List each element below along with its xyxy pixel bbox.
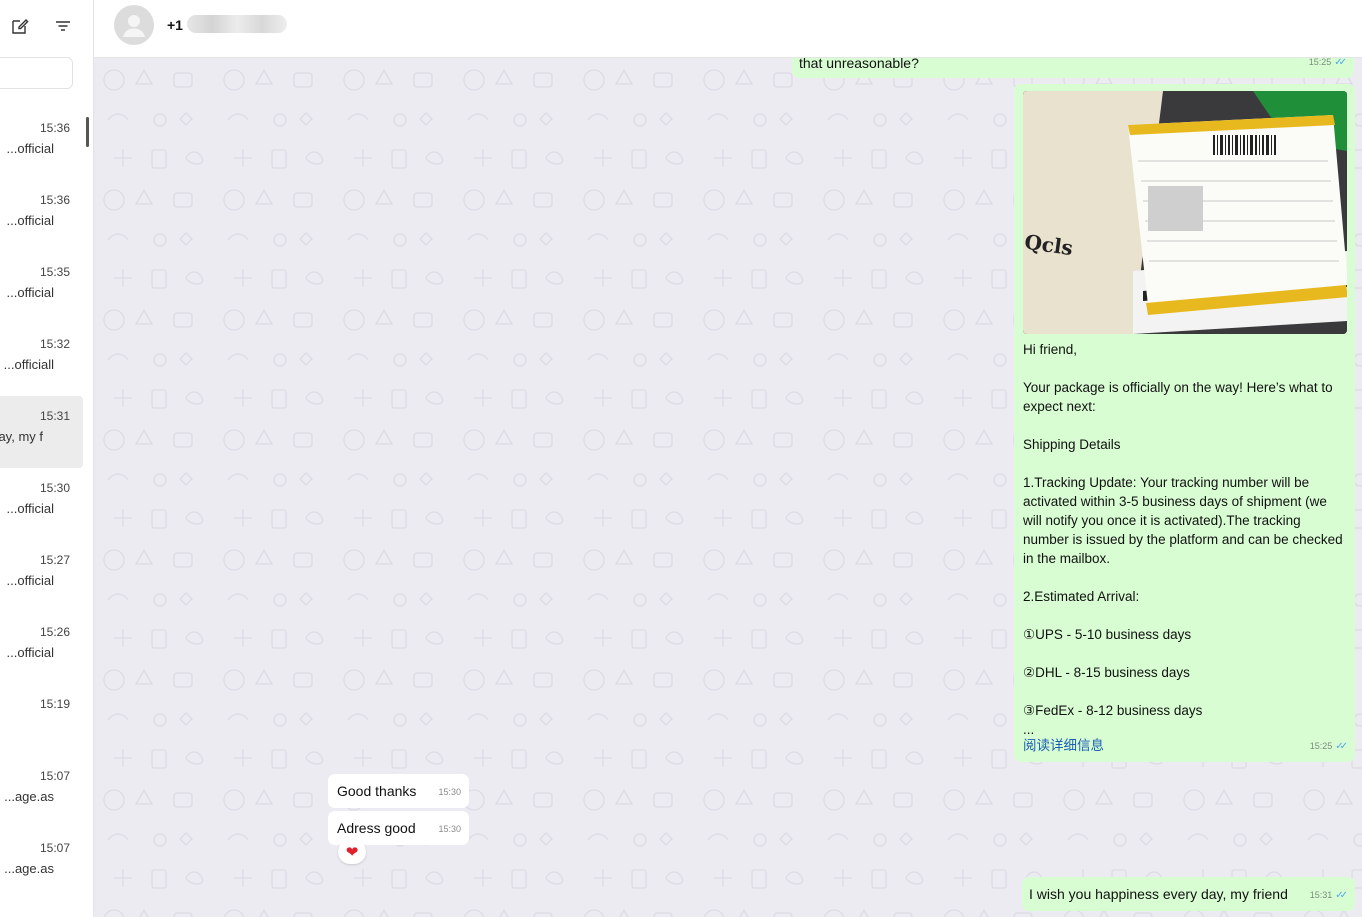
heart-icon[interactable]: ❤: [338, 840, 366, 864]
message-line: ①UPS - 5-10 business days: [1023, 627, 1192, 642]
chat-list: 15:36 official... 15:36 official... 15:35 off…: [0, 108, 93, 900]
chat-preview: age.as...: [4, 861, 54, 876]
chat-preview: official...: [6, 573, 54, 588]
message-line: [1023, 416, 1349, 435]
chat-sidebar: 15:36 official... 15:36 official... 15:35 off…: [0, 0, 94, 917]
sidebar-toolbar: [0, 0, 93, 56]
chat-list-item[interactable]: 15:30 official...: [0, 468, 93, 540]
message-line: [1023, 644, 1349, 663]
chat-time: 15:35: [40, 265, 71, 279]
chat-time: 15:19: [40, 697, 71, 711]
message-time: 15:30: [438, 824, 461, 834]
message-line: ③FedEx - 8-12 business days: [1023, 703, 1203, 718]
contact-name[interactable]: +1: [167, 17, 183, 33]
chat-header: +1: [94, 0, 1362, 58]
chat-list-item[interactable]: 15:32 officiall...: [0, 324, 93, 396]
chat-list-item[interactable]: 15:19: [0, 684, 93, 756]
message-line: [1023, 359, 1349, 378]
chat-list-item[interactable]: 15:35 official...: [0, 252, 93, 324]
message-time: 15:31: [1309, 890, 1333, 900]
chat-preview: official...: [6, 645, 54, 660]
chat-list-item[interactable]: 15:36 official...: [0, 180, 93, 252]
message-line: 1.Tracking Update: Your tracking number …: [1023, 475, 1343, 566]
double-check-icon: ✓✓: [1334, 58, 1347, 68]
chat-time: 15:30: [40, 481, 71, 495]
message-line: Your package is officially on the way! H…: [1023, 380, 1333, 414]
chat-time: 15:27: [40, 553, 71, 567]
outgoing-message[interactable]: I wish you happiness every day, my frien…: [1022, 877, 1355, 911]
chat-preview: age.as...: [4, 789, 54, 804]
message-line: 2.Estimated Arrival:: [1023, 589, 1140, 604]
message-meta: 15:30: [438, 820, 461, 839]
message-meta: 15:25 ✓✓: [1308, 58, 1347, 72]
chat-preview: official...: [6, 285, 54, 300]
message-text: Adress good: [337, 820, 416, 836]
chat-time: 15:36: [40, 121, 71, 135]
chat-time: 15:31: [40, 409, 71, 423]
chat-time: 15:07: [40, 841, 71, 855]
outgoing-message[interactable]: Qcls Hi friend, Your package is officiall…: [1014, 84, 1355, 762]
chat-preview: official...: [6, 501, 54, 516]
chat-area: that unreasonable? 15:25 ✓✓ Qcls Hi frie…: [94, 58, 1362, 917]
message-text: Good thanks: [337, 783, 417, 799]
message-time: 15:25: [1308, 58, 1332, 67]
chat-preview: official...: [6, 213, 54, 228]
chat-list-item[interactable]: 15:27 official...: [0, 540, 93, 612]
double-check-icon: ✓✓: [1335, 890, 1348, 901]
message-body: Hi friend, Your package is officially on …: [1023, 340, 1349, 739]
chat-preview: official...: [6, 141, 54, 156]
message-line: [1023, 568, 1349, 587]
chat-list-item[interactable]: 15:36 official...: [0, 108, 93, 180]
message-line: [1023, 682, 1349, 701]
outgoing-message[interactable]: that unreasonable? 15:25 ✓✓: [792, 58, 1354, 78]
message-meta: 15:31 ✓✓: [1309, 886, 1348, 905]
chat-list-item[interactable]: 15:31 ay, my f...: [0, 396, 83, 468]
search-input[interactable]: [0, 57, 73, 89]
chat-preview: officiall...: [3, 357, 54, 372]
message-meta: 15:30: [438, 783, 461, 802]
shipment-photo[interactable]: Qcls: [1023, 91, 1347, 334]
message-text: I wish you happiness every day, my frien…: [1029, 886, 1288, 902]
chat-list-item[interactable]: 15:07 age.as...: [0, 756, 93, 828]
chat-list-item[interactable]: 15:07 age.as...: [0, 828, 93, 900]
message-line: Hi friend,: [1023, 342, 1078, 357]
message-meta: 15:25 ✓✓: [1309, 737, 1348, 756]
message-time: 15:25: [1309, 741, 1333, 751]
message-text: that unreasonable?: [799, 58, 919, 71]
compose-icon[interactable]: [10, 16, 30, 36]
read-more-link[interactable]: 阅读详细信息: [1023, 736, 1104, 755]
filter-icon[interactable]: [53, 16, 73, 36]
incoming-message[interactable]: Good thanks 15:30: [328, 774, 469, 808]
message-line: [1023, 606, 1349, 625]
chat-time: 15:36: [40, 193, 71, 207]
chat-list-item[interactable]: 15:26 official...: [0, 612, 93, 684]
message-line: Shipping Details: [1023, 437, 1121, 452]
message-line: ②DHL - 8-15 business days: [1023, 665, 1190, 680]
chat-time: 15:32: [40, 337, 71, 351]
message-time: 15:30: [438, 787, 461, 797]
avatar[interactable]: [114, 5, 154, 45]
chat-time: 15:07: [40, 769, 71, 783]
contact-name-redacted: [187, 15, 287, 33]
chat-time: 15:26: [40, 625, 71, 639]
chat-preview: ay, my f...: [0, 429, 43, 444]
message-line: [1023, 454, 1349, 473]
double-check-icon: ✓✓: [1335, 741, 1348, 752]
